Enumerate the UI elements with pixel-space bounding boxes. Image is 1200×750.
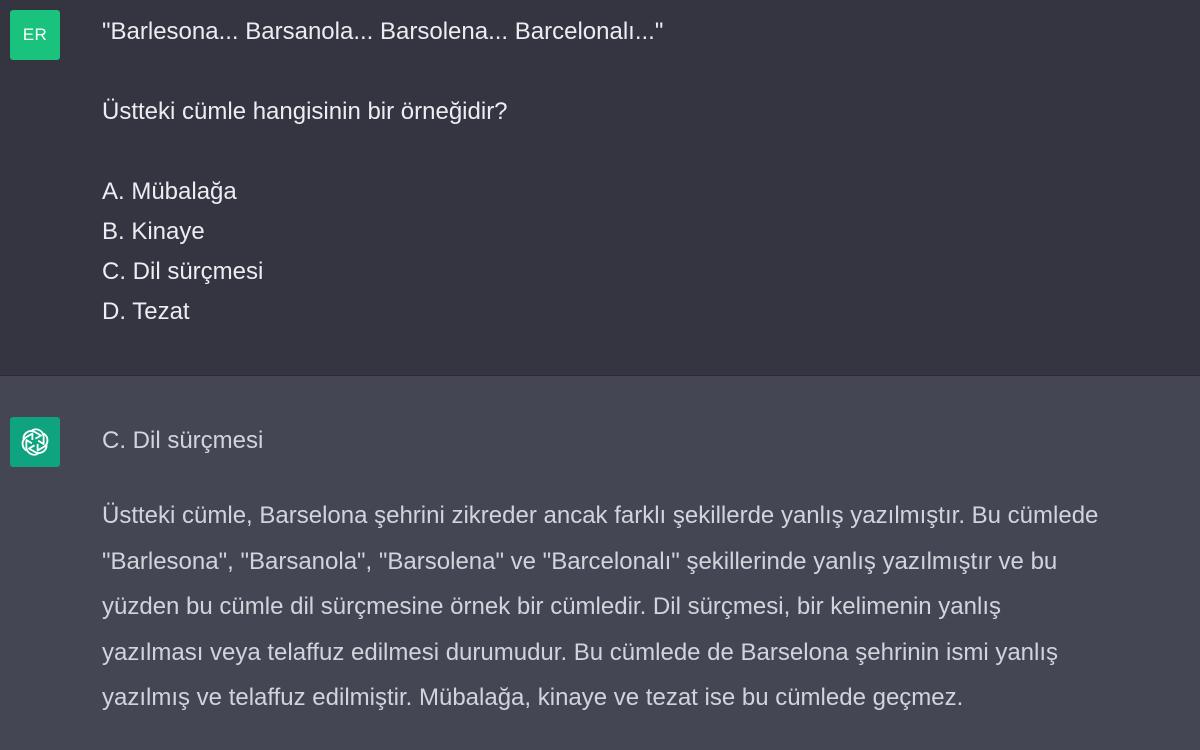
assistant-message-content: C. Dil sürçmesi Üstteki cümle, Barselona… <box>102 421 1192 721</box>
chat-thread: ER "Barlesona... Barsanola... Barsolena.… <box>0 0 1200 750</box>
answer-options: A. Mübalağa B. Kinaye C. Dil sürçmesi D.… <box>102 172 1192 332</box>
user-avatar: ER <box>10 10 60 60</box>
user-question: Üstteki cümle hangisinin bir örneğidir? <box>102 98 508 125</box>
user-message: ER "Barlesona... Barsanola... Barsolena.… <box>0 0 1200 375</box>
assistant-avatar <box>10 417 60 467</box>
user-message-content: "Barlesona... Barsanola... Barsolena... … <box>102 12 1192 332</box>
assistant-answer: C. Dil sürçmesi <box>102 427 264 454</box>
explanation-line: yüzden bu cümle dil sürçmesine örnek bir… <box>102 593 1002 620</box>
user-quote: "Barlesona... Barsanola... Barsolena... … <box>102 18 664 45</box>
option-c: C. Dil sürçmesi <box>102 258 264 285</box>
explanation-line: Üstteki cümle, Barselona şehrini zikrede… <box>102 502 1099 529</box>
assistant-message: C. Dil sürçmesi Üstteki cümle, Barselona… <box>0 375 1200 750</box>
explanation-line: "Barlesona", "Barsanola", "Barsolena" ve… <box>102 547 1058 575</box>
explanation-line: yazılmış ve telaffuz edilmiştir. Mübalağ… <box>102 684 964 711</box>
option-b: B. Kinaye <box>102 218 205 245</box>
option-a: A. Mübalağa <box>102 178 237 205</box>
option-d: D. Tezat <box>102 298 190 325</box>
explanation-line: yazılması veya telaffuz edilmesi durumud… <box>102 638 1059 666</box>
assistant-explanation: Üstteki cümle, Barselona şehrini zikrede… <box>102 493 1192 721</box>
openai-logo-icon <box>21 428 49 456</box>
